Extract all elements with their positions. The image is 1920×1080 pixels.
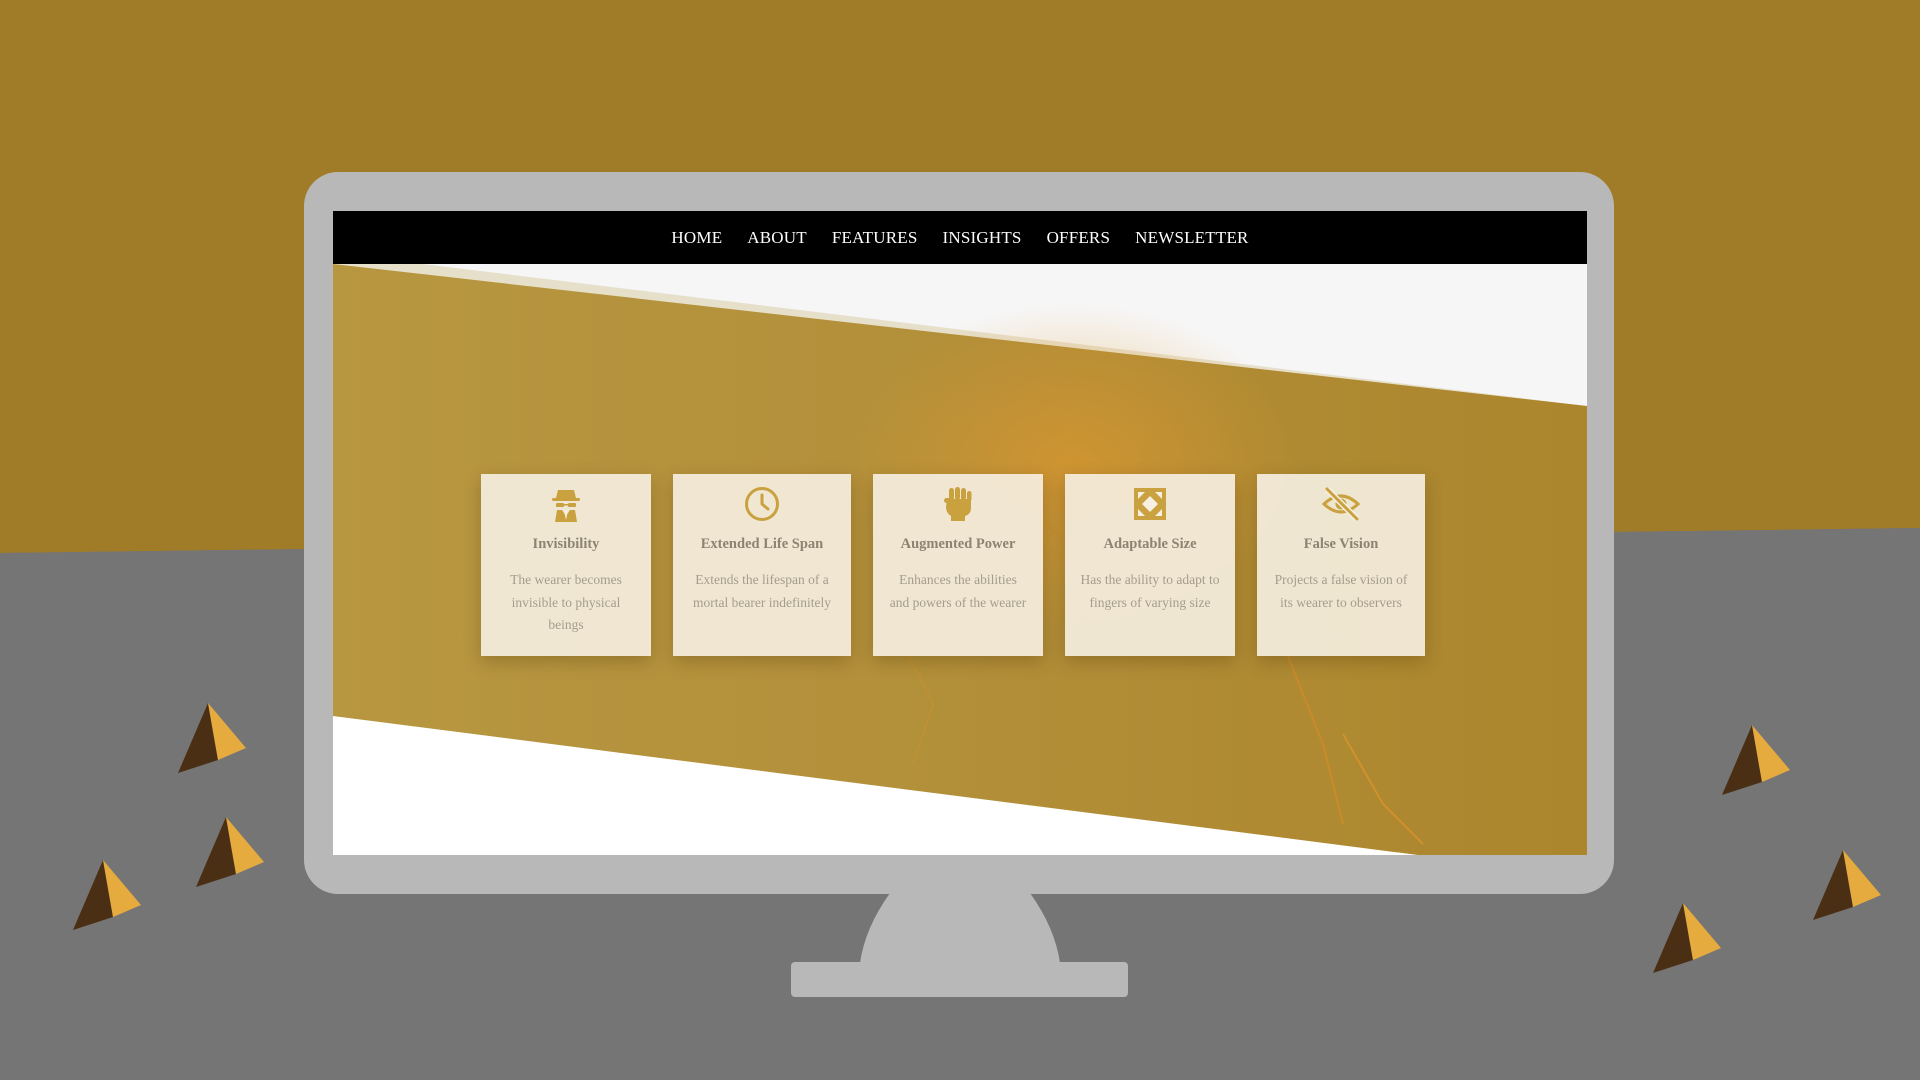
- nav-newsletter-link[interactable]: NEWSLETTER: [1135, 228, 1248, 248]
- monitor-screen: HOME ABOUT FEATURES INSIGHTS OFFERS NEWS…: [333, 211, 1587, 855]
- nav-about-link[interactable]: ABOUT: [747, 228, 807, 248]
- nav-home-link[interactable]: HOME: [671, 228, 722, 248]
- feature-card: Extended Life Span Extends the lifespan …: [673, 474, 851, 656]
- feature-description: Extends the lifespan of a mortal bearer …: [693, 572, 831, 610]
- monitor-stand-neck: [860, 893, 1060, 963]
- pyramid-decoration: [178, 703, 246, 773]
- top-navbar: HOME ABOUT FEATURES INSIGHTS OFFERS NEWS…: [333, 211, 1587, 264]
- feature-card: False Vision Projects a false vision of …: [1257, 474, 1425, 656]
- pyramid-decoration: [1813, 850, 1881, 920]
- feature-card: Adaptable Size Has the ability to adapt …: [1065, 474, 1235, 656]
- feature-description: Has the ability to adapt to fingers of v…: [1080, 572, 1220, 610]
- nav-offers-link[interactable]: OFFERS: [1047, 228, 1111, 248]
- feature-title: Invisibility: [532, 536, 600, 552]
- feature-description: Enhances the abilities and powers of the…: [889, 572, 1027, 610]
- pyramid-decoration: [196, 817, 264, 887]
- eye-slash-icon: [1321, 486, 1361, 522]
- expand-arrows-icon: [1134, 488, 1166, 520]
- pyramid-decoration: [1722, 725, 1790, 795]
- nav-features-link[interactable]: FEATURES: [832, 228, 918, 248]
- feature-title: Adaptable Size: [1103, 536, 1197, 552]
- feature-card: Invisibility The wearer becomes invisibl…: [481, 474, 651, 656]
- fist-icon: [944, 487, 972, 521]
- pyramid-decoration: [1653, 903, 1721, 973]
- spy-icon: [552, 490, 580, 522]
- feature-card: Augmented Power Enhances the abilities a…: [873, 474, 1043, 656]
- feature-title: Augmented Power: [900, 536, 1016, 552]
- pyramid-decoration: [73, 860, 141, 930]
- feature-title: False Vision: [1303, 536, 1379, 552]
- feature-title: Extended Life Span: [700, 536, 824, 552]
- monitor-stand-base: [791, 962, 1128, 997]
- feature-description: The wearer becomes invisible to physical…: [510, 572, 622, 632]
- clock-icon: [745, 487, 779, 521]
- feature-description: Projects a false vision of its wearer to…: [1274, 572, 1408, 610]
- nav-insights-link[interactable]: INSIGHTS: [943, 228, 1022, 248]
